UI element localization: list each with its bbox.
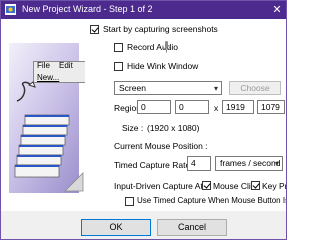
microphone-icon xyxy=(162,41,171,53)
start-capturing-label: Start by capturing screenshots xyxy=(103,24,218,34)
timed-when-down-checkbox[interactable] xyxy=(125,197,134,206)
capture-unit-value: frames / second xyxy=(220,158,281,168)
region-times-label: x xyxy=(214,103,219,113)
hide-wink-checkbox[interactable] xyxy=(114,62,123,71)
timed-capture-rate-field[interactable]: 4 xyxy=(187,156,211,171)
start-capturing-checkbox[interactable] xyxy=(90,25,99,34)
cancel-button[interactable]: Cancel xyxy=(157,219,227,236)
wizard-illustration: File Edit New... xyxy=(3,21,85,209)
region-height-field[interactable]: 1079 xyxy=(257,100,285,114)
region-x-field[interactable]: 0 xyxy=(137,100,171,114)
size-label: Size : xyxy=(122,123,144,133)
illustration-item-new: New... xyxy=(37,73,60,82)
timed-capture-label: Timed Capture Rate xyxy=(114,160,191,170)
window-title: New Project Wizard - Step 1 of 2 xyxy=(22,4,153,14)
title-bar: New Project Wizard - Step 1 of 2 ✕ xyxy=(1,1,286,19)
close-icon[interactable]: ✕ xyxy=(270,3,284,17)
screen-select-value: Screen xyxy=(119,83,146,93)
region-width-field[interactable]: 1919 xyxy=(222,100,254,114)
illustration-menu-edit: Edit xyxy=(59,61,73,70)
dialog-footer: OK Cancel xyxy=(1,211,286,239)
hide-wink-label: Hide Wink Window xyxy=(127,61,199,71)
size-value: (1920 x 1080) xyxy=(147,123,200,133)
region-y-field[interactable]: 0 xyxy=(175,100,209,114)
record-audio-checkbox[interactable] xyxy=(114,43,123,52)
chevron-down-icon: ▾ xyxy=(213,84,218,93)
illustration-menu-file: File xyxy=(37,61,50,70)
chevron-down-icon: ▾ xyxy=(274,159,279,168)
timed-when-down-label: Use Timed Capture When Mouse Button Is D… xyxy=(137,196,286,205)
capture-unit-select[interactable]: frames / second ▾ xyxy=(215,156,283,171)
ok-button[interactable]: OK xyxy=(81,219,151,236)
mouse-position-label: Current Mouse Position : xyxy=(114,141,208,151)
screen-select[interactable]: Screen ▾ xyxy=(114,81,222,95)
mouse-click-checkbox[interactable] xyxy=(202,181,211,190)
page-curl-icon xyxy=(64,172,84,192)
key-press-label: Key Press xyxy=(262,181,287,191)
wizard-window: New Project Wizard - Step 1 of 2 ✕ File … xyxy=(0,0,287,240)
choose-button[interactable]: Choose xyxy=(229,81,281,95)
mouse-cursor-icon xyxy=(16,81,36,102)
wink-app-icon xyxy=(5,4,16,15)
key-press-checkbox[interactable] xyxy=(251,181,260,190)
input-driven-label: Input-Driven Capture At xyxy=(114,181,203,191)
